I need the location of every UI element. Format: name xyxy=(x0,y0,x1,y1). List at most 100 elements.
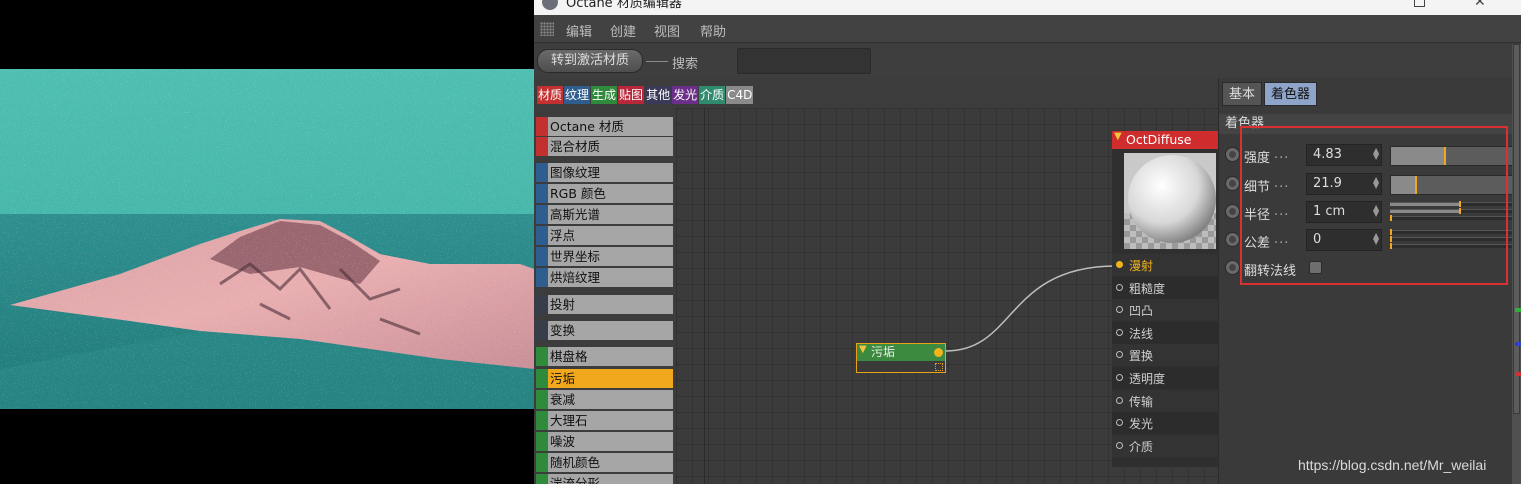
input-port[interactable]: 法线 xyxy=(1112,321,1218,344)
port-dot-icon[interactable] xyxy=(1116,328,1123,336)
maximize-icon[interactable] xyxy=(1414,0,1425,7)
node-list-item[interactable]: 高斯光谱 xyxy=(536,205,673,224)
node-list-item[interactable]: 烘焙纹理 xyxy=(536,268,673,287)
animate-radio-icon[interactable] xyxy=(1225,232,1240,247)
node-list-item[interactable]: 世界坐标 xyxy=(536,247,673,266)
category-tab[interactable]: 纹理 xyxy=(564,86,591,104)
highlight-box xyxy=(1240,126,1508,285)
separator xyxy=(646,61,668,62)
render-viewport xyxy=(0,0,534,484)
search-label: 搜索 xyxy=(672,57,699,72)
port-dot-icon[interactable] xyxy=(1116,283,1123,291)
category-tab[interactable]: 发光 xyxy=(672,86,699,104)
node-list-item[interactable]: 湍流分形 xyxy=(536,474,673,484)
node-list-item[interactable]: RGB 颜色 xyxy=(536,184,673,203)
node-list-item[interactable]: 棋盘格 xyxy=(536,347,673,366)
window-title: Octane 材质编辑器 xyxy=(566,0,682,11)
tab-basic[interactable]: 基本 xyxy=(1222,82,1263,106)
node-list-item[interactable]: 变换 xyxy=(536,321,673,340)
port-label: 透明度 xyxy=(1129,372,1166,386)
menu-view[interactable]: 视图 xyxy=(654,21,680,40)
category-swatch xyxy=(536,474,548,484)
node-list-item[interactable]: 混合材质 xyxy=(536,137,673,156)
port-label: 传输 xyxy=(1129,394,1154,409)
category-swatch xyxy=(536,453,548,472)
dirt-node-title: 污垢 xyxy=(857,344,945,361)
node-list-label: 图像纹理 xyxy=(550,165,601,180)
input-port[interactable]: 发光 xyxy=(1112,412,1218,435)
input-port[interactable]: 透明度 xyxy=(1112,367,1218,389)
collapse-triangle-icon[interactable]: ▼ xyxy=(859,344,867,355)
menu-help[interactable]: 帮助 xyxy=(700,21,726,40)
node-list-label: 棋盘格 xyxy=(550,349,588,364)
category-swatch xyxy=(536,205,548,224)
category-swatch xyxy=(536,268,548,287)
collapse-triangle-icon[interactable]: ▼ xyxy=(1114,131,1122,142)
node-list-label: 投射 xyxy=(550,297,576,312)
menu-edit[interactable]: 编辑 xyxy=(566,21,592,40)
port-dot-icon[interactable] xyxy=(1116,441,1123,449)
category-tab[interactable]: C4D xyxy=(726,86,754,104)
node-list-item[interactable]: 衰减 xyxy=(536,390,673,409)
port-label: 漫射 xyxy=(1129,259,1154,273)
port-dot-icon[interactable] xyxy=(1116,306,1123,314)
render-image xyxy=(0,69,534,409)
input-port[interactable]: 粗糙度 xyxy=(1112,276,1218,299)
node-list-item[interactable]: Octane 材质 xyxy=(536,117,673,136)
app-icon xyxy=(542,0,558,10)
node-list-label: 高斯光谱 xyxy=(550,207,601,222)
close-icon[interactable]: ✕ xyxy=(1474,0,1486,10)
port-dot-icon[interactable] xyxy=(1116,396,1123,404)
port-dot-icon[interactable] xyxy=(1116,351,1123,359)
go-to-active-material-button[interactable]: 转到激活材质 xyxy=(537,49,643,73)
node-list-label: 随机颜色 xyxy=(550,455,601,470)
port-label: 凹凸 xyxy=(1129,304,1154,319)
category-tab[interactable]: 生成 xyxy=(591,86,618,104)
animate-radio-icon[interactable] xyxy=(1225,260,1240,275)
dirt-node[interactable]: 污垢 ▼ xyxy=(856,343,946,373)
node-list-label: 混合材质 xyxy=(550,139,601,154)
search-input[interactable] xyxy=(737,48,871,74)
material-preview-sphere xyxy=(1124,153,1216,249)
node-list-item[interactable]: 噪波 xyxy=(536,432,673,451)
input-port[interactable]: 漫射 xyxy=(1112,254,1218,276)
input-port[interactable]: 介质 xyxy=(1112,434,1218,457)
port-dot-icon[interactable] xyxy=(1116,419,1123,427)
oct-diffuse-node[interactable]: OctDiffuse ▼ 漫射 粗糙度 凹凸 法线 置换 透明度 传输 发光 介… xyxy=(1112,131,1218,467)
oct-diffuse-title: OctDiffuse xyxy=(1112,131,1218,149)
animate-radio-icon[interactable] xyxy=(1225,147,1240,162)
node-list-label: 烘焙纹理 xyxy=(550,270,601,285)
port-dot-icon[interactable] xyxy=(1116,261,1123,268)
category-tab[interactable]: 贴图 xyxy=(618,86,645,104)
input-port[interactable]: 凹凸 xyxy=(1112,299,1218,322)
category-swatch xyxy=(536,347,548,366)
grip-icon[interactable] xyxy=(540,22,554,36)
category-swatch xyxy=(536,411,548,430)
input-port[interactable]: 置换 xyxy=(1112,344,1218,367)
attribute-tabs: 基本 着色器 xyxy=(1222,82,1318,106)
category-tab[interactable]: 其他 xyxy=(645,86,672,104)
node-list-item[interactable]: 图像纹理 xyxy=(536,163,673,182)
category-tab[interactable]: 介质 xyxy=(699,86,726,104)
node-graph[interactable]: 污垢 ▼ OctDiffuse ▼ 漫射 粗糙度 凹凸 法线 置换 透明度 传输… xyxy=(676,108,1218,484)
node-list-item[interactable]: 随机颜色 xyxy=(536,453,673,472)
node-list-item[interactable]: 污垢 xyxy=(536,369,673,388)
node-list-item[interactable]: 浮点 xyxy=(536,226,673,245)
category-swatch xyxy=(536,117,548,136)
menu-create[interactable]: 创建 xyxy=(610,21,636,40)
category-tabs: 材质 纹理 生成 贴图 其他 发光 介质 C4D xyxy=(537,86,754,104)
node-list-item[interactable]: 投射 xyxy=(536,295,673,314)
output-port-icon[interactable] xyxy=(934,348,943,357)
animate-radio-icon[interactable] xyxy=(1225,176,1240,191)
expand-icon[interactable] xyxy=(935,363,943,371)
category-swatch xyxy=(536,295,548,314)
animate-radio-icon[interactable] xyxy=(1225,204,1240,219)
node-list-item[interactable]: 大理石 xyxy=(536,411,673,430)
tab-shader[interactable]: 着色器 xyxy=(1264,82,1318,106)
port-label: 置换 xyxy=(1129,349,1154,364)
node-list-label: 世界坐标 xyxy=(550,249,601,264)
input-port[interactable]: 传输 xyxy=(1112,389,1218,412)
category-tab[interactable]: 材质 xyxy=(537,86,564,104)
scrollbar[interactable] xyxy=(1513,44,1520,414)
port-dot-icon[interactable] xyxy=(1116,374,1123,381)
